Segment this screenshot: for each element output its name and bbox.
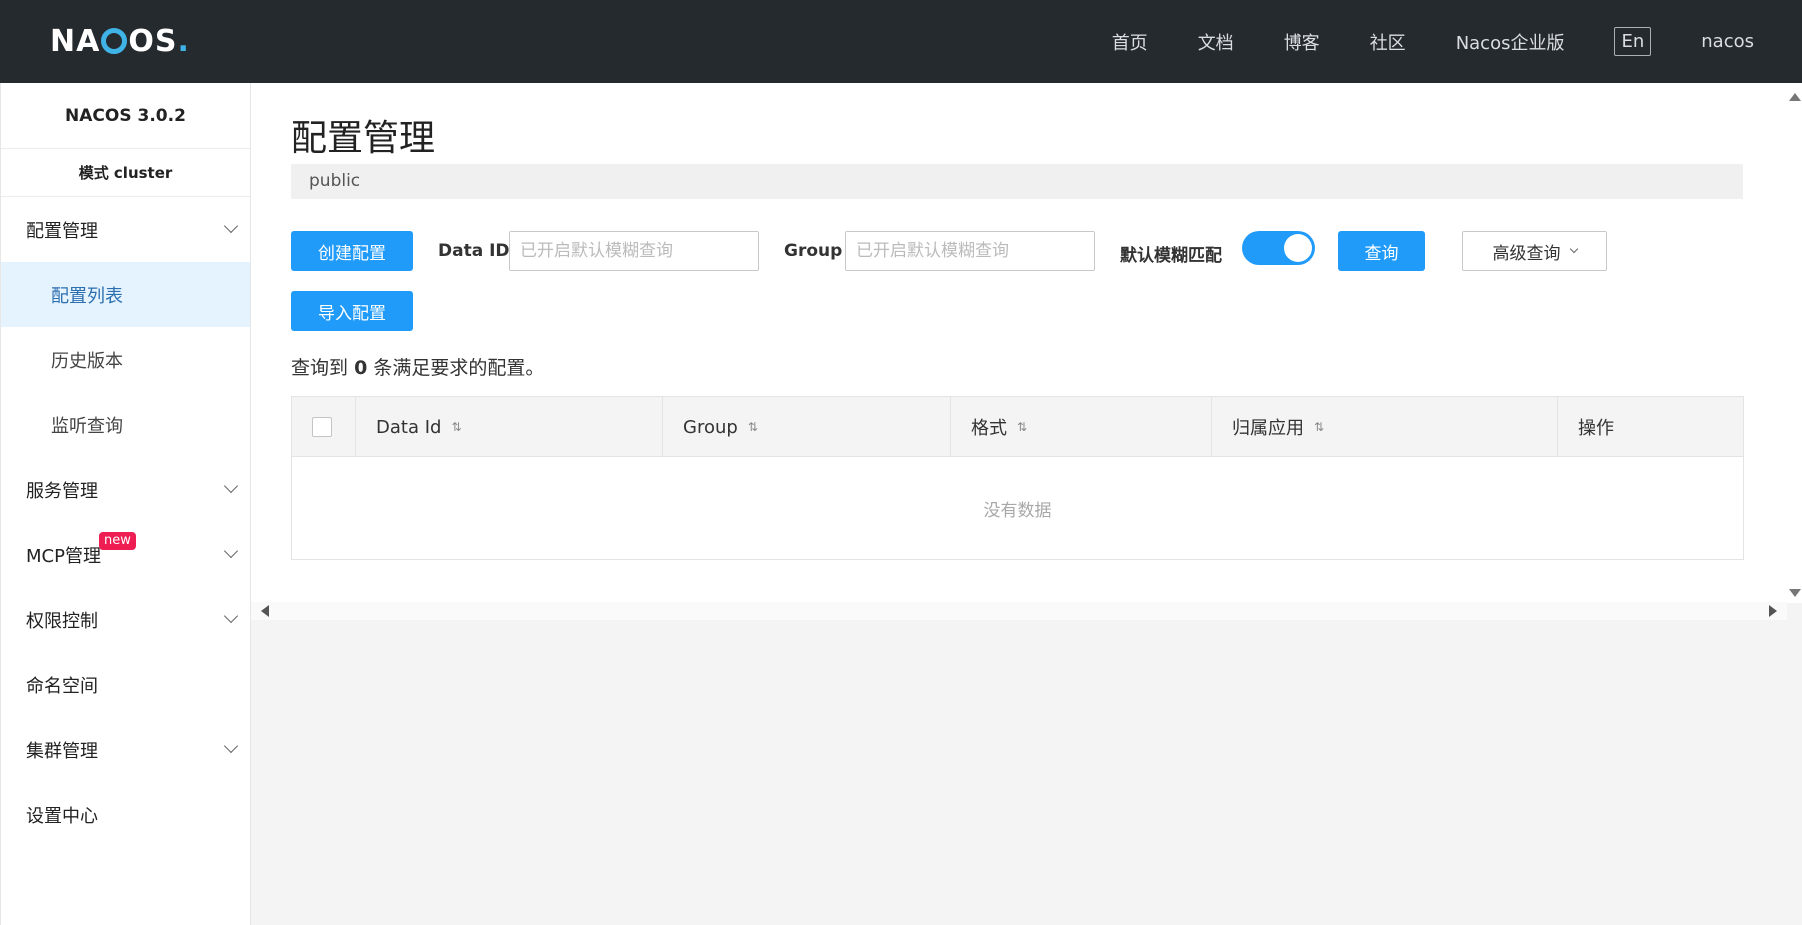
- import-config-button[interactable]: 导入配置: [291, 291, 413, 331]
- logo-ring-icon: [101, 28, 128, 54]
- sidebar: NACOS 3.0.2 模式 cluster 配置管理 配置列表 历史版本 监听…: [0, 83, 251, 925]
- sidebar-item-namespace[interactable]: 命名空间: [1, 652, 250, 717]
- nacos-logo[interactable]: NA OS.: [50, 23, 190, 59]
- nav-community[interactable]: 社区: [1370, 29, 1406, 55]
- chevron-down-icon: [223, 218, 239, 234]
- logo-text-left: NA: [50, 23, 101, 59]
- scroll-left-icon[interactable]: [261, 605, 269, 617]
- sidebar-item-service-management[interactable]: 服务管理: [1, 457, 250, 522]
- chevron-down-icon: [223, 478, 239, 494]
- sidebar-item-label: 集群管理: [26, 740, 98, 762]
- nav-blog[interactable]: 博客: [1284, 29, 1320, 55]
- chevron-down-icon: [223, 738, 239, 754]
- new-badge: new: [99, 532, 136, 550]
- toggle-knob: [1284, 234, 1312, 262]
- config-table: Data Id ⇅ Group ⇅ 格式 ⇅ 归属应用 ⇅ 操作 没有数据: [291, 396, 1744, 560]
- sort-icon[interactable]: ⇅: [1314, 420, 1324, 434]
- chevron-down-icon: [223, 608, 239, 624]
- group-label: Group: [784, 241, 843, 261]
- sidebar-item-label: 命名空间: [26, 675, 98, 697]
- logo-text-right: OS: [128, 23, 178, 59]
- create-config-button[interactable]: 创建配置: [291, 231, 413, 271]
- column-app[interactable]: 归属应用 ⇅: [1212, 397, 1558, 457]
- top-nav-bar: NA OS. 首页 文档 博客 社区 Nacos企业版 En nacos: [0, 0, 1802, 83]
- result-prefix: 查询到: [291, 357, 349, 379]
- column-label: 格式: [971, 418, 1007, 439]
- vertical-scrollbar[interactable]: [1787, 83, 1802, 603]
- column-label: Data Id: [376, 416, 442, 438]
- logo-dot: .: [177, 23, 190, 59]
- mode-label: 模式 cluster: [1, 149, 250, 197]
- sidebar-item-label: 服务管理: [26, 480, 98, 502]
- data-id-label: Data ID: [438, 241, 510, 261]
- namespace-bar: public: [291, 164, 1743, 199]
- column-group[interactable]: Group ⇅: [663, 397, 951, 457]
- sidebar-item-label: 设置中心: [26, 805, 98, 827]
- fuzzy-match-label: 默认模糊匹配: [1120, 246, 1222, 266]
- sort-icon[interactable]: ⇅: [451, 420, 461, 434]
- sidebar-item-cluster-management[interactable]: 集群管理: [1, 717, 250, 782]
- column-actions: 操作: [1558, 397, 1743, 457]
- select-all-checkbox[interactable]: [312, 417, 332, 437]
- group-input[interactable]: [845, 231, 1095, 271]
- sidebar-item-config-list[interactable]: 配置列表: [1, 262, 250, 327]
- scroll-right-icon[interactable]: [1769, 605, 1777, 617]
- sidebar-item-history[interactable]: 历史版本: [1, 327, 250, 392]
- sidebar-menu: 配置管理 配置列表 历史版本 监听查询 服务管理 MCP管理 new 权限控制 …: [1, 197, 250, 847]
- result-suffix: 条满足要求的配置。: [373, 357, 545, 379]
- empty-table-message: 没有数据: [983, 500, 1052, 521]
- sidebar-item-listener-query[interactable]: 监听查询: [1, 392, 250, 457]
- language-switch-button[interactable]: En: [1614, 27, 1652, 56]
- namespace-tab-public[interactable]: public: [309, 171, 360, 191]
- result-summary: 查询到 0 条满足要求的配置。: [291, 353, 544, 380]
- data-id-input[interactable]: [509, 231, 759, 271]
- fuzzy-match-toggle[interactable]: [1242, 231, 1315, 265]
- main-content: 配置管理 public 创建配置 Data ID Group 默认模糊匹配 查询…: [251, 83, 1787, 620]
- advanced-query-label: 高级查询: [1492, 243, 1561, 264]
- scroll-down-icon[interactable]: [1789, 589, 1801, 597]
- column-label: Group: [683, 416, 738, 438]
- sidebar-item-settings[interactable]: 设置中心: [1, 782, 250, 847]
- sidebar-item-config-management[interactable]: 配置管理: [1, 197, 250, 262]
- chevron-down-icon: [1569, 244, 1578, 254]
- select-all-cell: [292, 397, 356, 457]
- user-name[interactable]: nacos: [1701, 31, 1754, 52]
- sidebar-item-mcp-management[interactable]: MCP管理 new: [1, 522, 250, 587]
- column-label: 操作: [1578, 418, 1614, 439]
- column-format[interactable]: 格式 ⇅: [951, 397, 1212, 457]
- sidebar-item-label: MCP管理: [26, 545, 101, 567]
- table-header: Data Id ⇅ Group ⇅ 格式 ⇅ 归属应用 ⇅ 操作: [292, 397, 1743, 457]
- sidebar-item-label: 配置管理: [26, 220, 98, 242]
- version-label: NACOS 3.0.2: [1, 83, 250, 149]
- sort-icon[interactable]: ⇅: [1017, 420, 1027, 434]
- query-button[interactable]: 查询: [1338, 231, 1425, 271]
- nav-docs[interactable]: 文档: [1198, 29, 1234, 55]
- column-label: 归属应用: [1232, 418, 1304, 439]
- column-data-id[interactable]: Data Id ⇅: [356, 397, 663, 457]
- sidebar-item-auth-control[interactable]: 权限控制: [1, 587, 250, 652]
- result-count: 0: [354, 357, 368, 379]
- nav-enterprise[interactable]: Nacos企业版: [1456, 29, 1565, 55]
- horizontal-scrollbar[interactable]: [251, 602, 1787, 620]
- scroll-up-icon[interactable]: [1789, 93, 1801, 101]
- advanced-query-button[interactable]: 高级查询: [1462, 231, 1607, 271]
- chevron-down-icon: [223, 543, 239, 559]
- page-title: 配置管理: [291, 118, 436, 159]
- nav-home[interactable]: 首页: [1112, 29, 1148, 55]
- sort-icon[interactable]: ⇅: [748, 420, 758, 434]
- sidebar-item-label: 权限控制: [26, 610, 98, 632]
- top-nav-links: 首页 文档 博客 社区 Nacos企业版 En nacos: [1112, 0, 1802, 83]
